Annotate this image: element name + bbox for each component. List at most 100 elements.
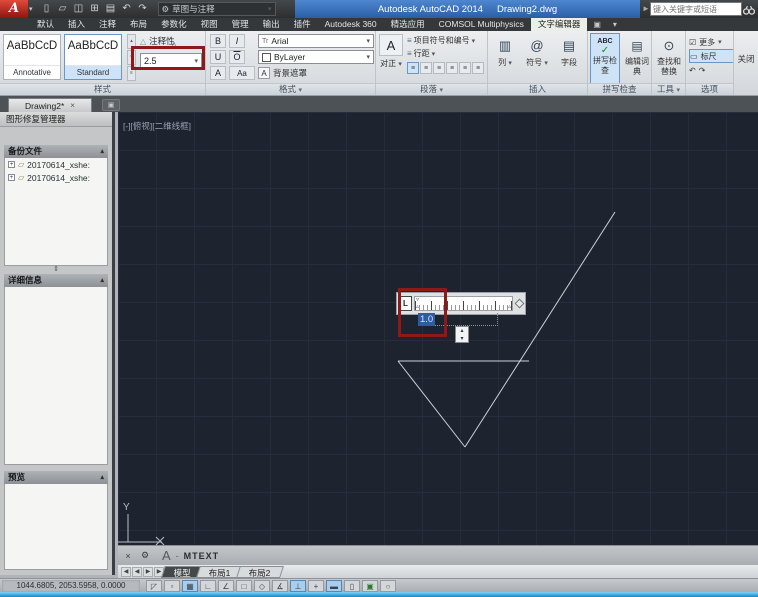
tab-autodesk360[interactable]: Autodesk 360 [318,18,384,31]
align-left-button[interactable]: ≡ [407,62,419,74]
coordinate-readout[interactable]: 1044.6805, 2053.5958, 0.0000 [2,579,140,592]
snap-mode-toggle[interactable]: ▫ [164,579,180,592]
field-button[interactable]: ▤ 字段 [554,33,584,83]
panel-label-spell-check[interactable]: 拼写检查 [588,83,651,95]
tab-layout2[interactable]: 布局2 [235,566,284,578]
distribute-button[interactable]: ≡ [459,62,471,74]
spin-down-icon[interactable]: ▾ [456,335,468,343]
tab-plugins[interactable]: 插件 [287,18,318,31]
undo-icon[interactable]: ↶ [120,1,134,17]
plot-icon[interactable]: ▤ [104,1,118,17]
quick-properties-toggle[interactable]: ▣ [362,579,378,592]
tab-annotate[interactable]: 注释 [92,18,123,31]
grid-display-toggle[interactable]: ▦ [182,579,198,592]
overline-button[interactable]: O [229,50,245,64]
color-combo[interactable]: ByLayer ▾ [258,50,374,64]
align-center-button[interactable]: ≡ [420,62,432,74]
save-as-icon[interactable]: ⊞ [88,1,102,17]
spin-up-icon[interactable]: ▴ [456,327,468,335]
close-text-editor-button[interactable]: 关闭 [734,53,758,65]
change-case-button[interactable]: Aa [229,66,255,80]
spell-check-button[interactable]: ABC ✓ 拼写检查 [590,33,620,83]
lineweight-toggle[interactable]: ▬ [326,579,342,592]
ribbon-minimize-icon[interactable]: ▣ [587,18,607,31]
tab-text-editor[interactable]: 文字编辑器 [530,18,588,31]
more-button[interactable]: ☑ 更多 ▾ [689,35,733,49]
symbol-button[interactable]: @ 符号 ▾ [522,33,552,83]
bold-button[interactable]: B [210,34,226,48]
infocenter-arrow-icon[interactable]: ► [642,4,650,13]
underline-button[interactable]: U [210,50,226,64]
italic-button[interactable]: I [229,34,245,48]
text-style-standard[interactable]: AaBbCcD Standard [64,34,122,80]
tab-view[interactable]: 视图 [194,18,225,31]
paragraph-default-button[interactable]: ≡ [472,62,484,74]
tab-parametric[interactable]: 参数化 [154,18,194,31]
width-resize-diamond[interactable] [514,298,525,309]
justify-button[interactable]: A 对正 ▾ [379,34,403,81]
command-text[interactable]: MTEXT [184,551,220,561]
find-replace-button[interactable]: ⊙ 查找和替换 [654,33,684,83]
tab-insert[interactable]: 插入 [61,18,92,31]
tab-manage[interactable]: 管理 [225,18,256,31]
details-header[interactable]: 详细信息 ▴ [4,274,108,287]
polar-tracking-toggle[interactable]: ∠ [218,579,234,592]
redo-icon[interactable]: ↷ [136,1,150,17]
new-icon[interactable]: ▯ [40,1,54,17]
next-layout-icon[interactable]: ▶ [143,567,153,577]
infer-constraints-toggle[interactable]: ◸ [146,579,162,592]
line-spacing-button[interactable]: ≡ 行距 ▾ [407,47,487,60]
panel-label-tools[interactable]: 工具 ▾ [652,83,685,95]
command-line[interactable]: × ⚙ A - MTEXT [118,545,758,565]
command-close-icon[interactable]: × [122,551,134,561]
dynamic-ucs-toggle[interactable]: ⊥ [290,579,306,592]
background-mask-button[interactable]: A 背景遮罩 [258,66,374,80]
search-input[interactable] [650,2,742,16]
transparency-toggle[interactable]: ▯ [344,579,360,592]
prev-layout-icon[interactable]: ◀ [132,567,142,577]
new-drawing-tab-button[interactable]: ▣ [102,99,120,111]
save-icon[interactable]: ◫ [72,1,86,17]
font-combo[interactable]: Tr Arial ▾ [258,34,374,48]
backup-files-header[interactable]: 备份文件 ▴ [4,145,108,158]
panel-label-insert[interactable]: 插入 [488,83,587,95]
panel-label-options[interactable]: 选项 [686,83,733,95]
object-snap-tracking-toggle[interactable]: ∡ [272,579,288,592]
column-height-grip[interactable]: ▴ ▾ [455,326,469,343]
right-indent-marker[interactable]: ▵ [508,304,511,310]
close-icon[interactable]: × [70,101,75,110]
open-icon[interactable]: ▱ [56,1,70,17]
text-style-annotative[interactable]: AaBbCcD △ Annotative [3,34,177,80]
backup-file-item[interactable]: + ▱ 20170614_xshe: [5,171,107,184]
panel-label-paragraph[interactable]: 段落 ▾ [376,83,487,95]
expand-icon[interactable]: + [8,174,15,181]
tab-featured-apps[interactable]: 精选应用 [384,18,432,31]
backup-file-item[interactable]: + ▱ 20170614_xshe: [5,158,107,171]
first-layout-icon[interactable]: ◀ [121,567,131,577]
bullets-numbering-button[interactable]: ≡ 项目符号和编号 ▾ [407,34,487,47]
dynamic-input-toggle[interactable]: + [308,579,324,592]
object-snap-toggle[interactable]: □ [236,579,252,592]
tab-comsol[interactable]: COMSOL Multiphysics [432,18,531,31]
ortho-mode-toggle[interactable]: ∟ [200,579,216,592]
ribbon-minimize-arrow-icon[interactable]: ▾ [607,18,623,31]
undo-icon[interactable]: ↶ [689,66,696,75]
tab-default[interactable]: 默认 [30,18,61,31]
app-menu-arrow-icon[interactable]: ▾ [29,5,33,13]
app-menu-button[interactable]: A [0,0,28,18]
expand-icon[interactable]: + [8,161,15,168]
ruler-toggle-button[interactable]: ▭ 标尺 [689,49,733,63]
tab-layout[interactable]: 布局 [123,18,154,31]
columns-button[interactable]: ▥ 列 ▾ [490,33,520,83]
workspace-switcher[interactable]: ⚙ 草图与注释 ▾ [157,2,276,16]
justify-both-button[interactable]: ≡ [446,62,458,74]
3d-object-snap-toggle[interactable]: ◇ [254,579,270,592]
preview-header[interactable]: 预览 ▴ [4,471,108,484]
panel-label-format[interactable]: 格式 ▾ [206,83,375,95]
panel-label-style[interactable]: 样式 [0,83,205,95]
align-right-button[interactable]: ≡ [433,62,445,74]
command-customize-icon[interactable]: ⚙ [139,550,151,561]
edit-dictionaries-button[interactable]: ▤ 编辑词典 [622,33,651,83]
oblique-button[interactable]: A [210,66,226,80]
tab-output[interactable]: 输出 [256,18,287,31]
